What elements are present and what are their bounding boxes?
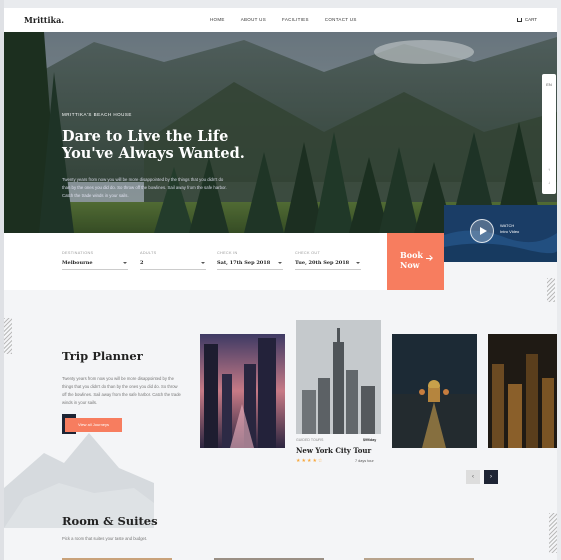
book-now-button[interactable]: Book Now: [387, 233, 444, 290]
check-in-label: CHECK IN: [217, 251, 238, 255]
rooms-title: Room & Suites: [62, 514, 158, 528]
destination-value[interactable]: Melbourne: [62, 260, 128, 270]
nav-item-home[interactable]: HOME: [210, 17, 225, 22]
video-label-title: Intro Video: [500, 229, 520, 234]
card-category: GUIDED TOURS: [296, 438, 324, 442]
main-menu: HOME ABOUT US FACILITIES CONTACT US: [210, 17, 373, 22]
nav-item-facilities[interactable]: FACILITIES: [282, 17, 309, 22]
book-now-line2: Now: [400, 260, 420, 270]
carousel-next-button[interactable]: ›: [484, 470, 498, 484]
intro-video-thumbnail[interactable]: WATCH Intro Video: [444, 205, 557, 262]
destination-label: DESTINATIONS: [62, 251, 94, 255]
book-now-line1: Book: [400, 250, 423, 260]
rooms-description: Pick a room that suites your taste and b…: [62, 536, 148, 541]
adults-value[interactable]: 2: [140, 260, 206, 270]
check-in-value[interactable]: Sat, 17th Sep 2018: [217, 260, 283, 270]
trip-card-city-lights[interactable]: [488, 334, 557, 448]
book-now-label: Book Now: [400, 250, 423, 270]
nav-item-contact[interactable]: CONTACT US: [325, 17, 357, 22]
card-title[interactable]: New York City Tour: [296, 446, 371, 455]
trip-card-city-night[interactable]: [200, 334, 285, 448]
page: Mrittika. HOME ABOUT US FACILITIES CONTA…: [4, 8, 557, 560]
hero-description: Twenty years from now you will be more d…: [62, 177, 227, 198]
decor-hatch: [547, 278, 555, 302]
trip-planner-description: Twenty years from now you will be more d…: [62, 376, 181, 405]
trip-card-moscow[interactable]: [392, 334, 477, 448]
city-dusk-image: [200, 334, 285, 448]
trip-card-new-york[interactable]: [296, 320, 381, 434]
check-in-select[interactable]: CHECK IN Sat, 17th Sep 2018: [217, 251, 283, 270]
trip-planner-title: Trip Planner: [62, 349, 143, 363]
arrow-right-icon: [426, 258, 431, 259]
hero-title: Dare to Live the Life You've Always Want…: [62, 128, 245, 162]
adults-select[interactable]: ADULTS 2: [140, 251, 206, 270]
check-out-value[interactable]: Tue, 20th Sep 2018: [295, 260, 361, 270]
play-icon[interactable]: [470, 219, 494, 243]
card-price: $99/day: [363, 438, 377, 442]
nav-item-about[interactable]: ABOUT US: [241, 17, 266, 22]
cart-icon: [516, 17, 522, 22]
cart-label: CART: [524, 17, 537, 22]
misty-mountain-image: [4, 433, 154, 528]
destination-select[interactable]: DESTINATIONS Melbourne: [62, 251, 128, 270]
decor-hatch: [549, 513, 557, 553]
video-label: WATCH Intro Video: [500, 223, 519, 235]
carousel-prev-button[interactable]: ‹: [466, 470, 480, 484]
language-switch[interactable]: EN: [542, 82, 556, 87]
side-toolbar: EN ↑ ↓: [542, 74, 556, 194]
scroll-down-button[interactable]: ↓: [542, 180, 556, 185]
decor-hatch: [4, 318, 12, 354]
cart-button[interactable]: CART: [516, 17, 537, 22]
night-cathedral-image: [392, 334, 477, 448]
site-logo[interactable]: Mrittika.: [24, 15, 64, 25]
hero-kicker: MRITTIKA'S BEACH HOUSE: [62, 112, 132, 117]
new-york-skyline-image: [296, 320, 381, 434]
scroll-up-button[interactable]: ↑: [542, 167, 556, 172]
tour-duration: 7 days tour: [355, 459, 374, 463]
booking-bar: DESTINATIONS Melbourne ADULTS 2 CHECK IN…: [4, 233, 444, 290]
adults-label: ADULTS: [140, 251, 157, 255]
city-lights-image: [488, 334, 557, 448]
top-nav: Mrittika. HOME ABOUT US FACILITIES CONTA…: [4, 8, 557, 32]
rating-stars: ★★★★☆: [296, 458, 324, 464]
check-out-select[interactable]: CHECK OUT Tue, 20th Sep 2018: [295, 251, 361, 270]
check-out-label: CHECK OUT: [295, 251, 321, 255]
hero-section: MRITTIKA'S BEACH HOUSE Dare to Live the …: [4, 32, 557, 233]
